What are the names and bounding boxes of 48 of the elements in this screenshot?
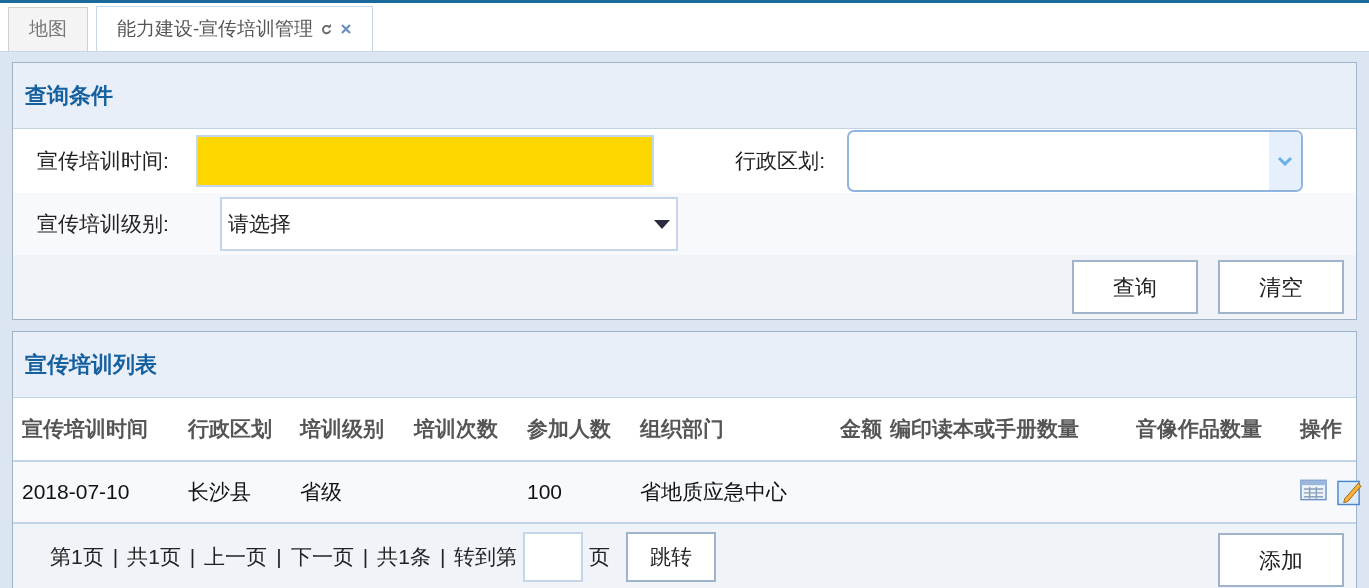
dropdown-arrow-icon[interactable]	[654, 219, 670, 229]
separator: |	[438, 544, 447, 571]
column-header: 行政区划	[188, 415, 273, 444]
page-info: 共1条	[377, 544, 431, 571]
column-header: 操作	[1300, 415, 1343, 444]
panel-title: 查询条件	[25, 82, 113, 110]
page-link[interactable]: 上一页	[204, 541, 268, 573]
separator: |	[361, 544, 370, 571]
chevron-down-icon[interactable]	[1277, 156, 1293, 166]
table-cell-text: 长沙县	[188, 479, 252, 506]
tab[interactable]: 能力建设-宣传培训管理	[96, 6, 374, 51]
add-button[interactable]: 添加	[1218, 533, 1344, 587]
jump-button[interactable]: 跳转	[626, 532, 717, 582]
tab[interactable]: 地图	[8, 7, 88, 51]
column-header: 编印读本或手册数量	[890, 415, 1080, 444]
page-link[interactable]: 下一页	[290, 541, 354, 573]
page-number-field[interactable]	[523, 532, 584, 582]
column-header: 金额	[839, 415, 883, 444]
field-label: 宣传培训时间:	[36, 148, 170, 175]
page-info: 页	[589, 544, 611, 571]
column-header: 参加人数	[527, 415, 612, 444]
column-header: 音像作品数量	[1136, 415, 1263, 444]
refresh-icon[interactable]	[321, 23, 333, 35]
separator: |	[188, 544, 197, 571]
page-info: 转到第	[454, 544, 518, 571]
table-cell-text: 100	[527, 479, 564, 506]
column-header: 宣传培训时间	[22, 415, 149, 444]
field-label: 宣传培训级别:	[36, 211, 170, 238]
field-label: 行政区划:	[734, 148, 826, 175]
page-info: 第1页	[50, 544, 104, 571]
date-field[interactable]	[196, 135, 654, 187]
column-header: 培训次数	[414, 415, 499, 444]
table-view-icon[interactable]	[1300, 478, 1327, 502]
table-cell-text: 省地质应急中心	[640, 479, 788, 506]
query-button[interactable]: 清空	[1218, 260, 1344, 314]
separator: |	[111, 544, 120, 571]
separator: |	[275, 544, 283, 571]
page-info: 共1页	[127, 544, 181, 571]
table-cell-text: 2018-07-10	[22, 479, 131, 506]
region-combo-field[interactable]	[847, 130, 1303, 192]
level-select[interactable]: 请选择	[220, 197, 678, 251]
query-button[interactable]: 查询	[1072, 260, 1198, 314]
close-icon[interactable]	[340, 23, 353, 35]
table-cell-text: 省级	[300, 479, 343, 506]
column-header: 培训级别	[300, 415, 385, 444]
column-header: 组织部门	[640, 415, 725, 444]
edit-icon[interactable]	[1336, 478, 1362, 506]
panel-title: 宣传培训列表	[25, 351, 157, 379]
